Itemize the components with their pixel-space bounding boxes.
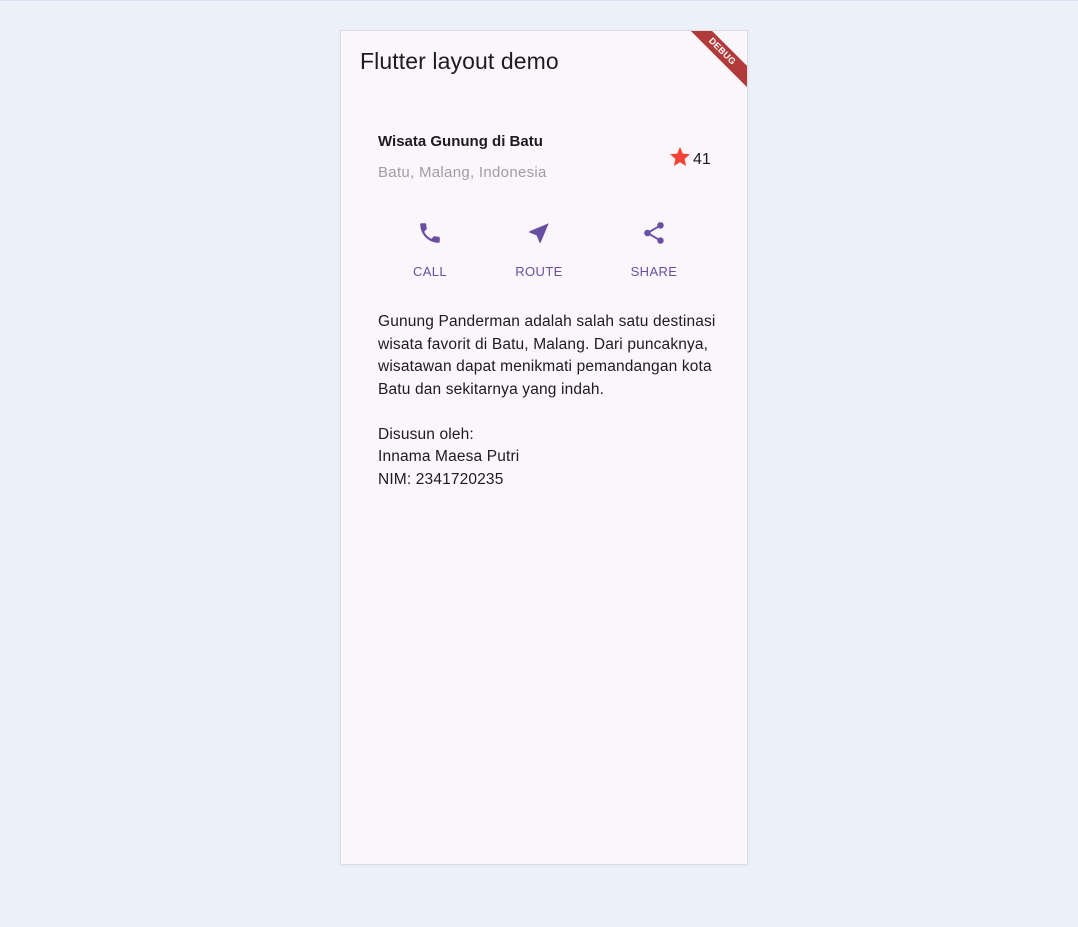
description-text: Gunung Panderman adalah salah satu desti… — [378, 313, 716, 488]
call-label: CALL — [412, 264, 448, 279]
navigation-icon — [526, 220, 552, 251]
debug-banner: DEBUG — [677, 31, 747, 96]
app-window: Flutter layout demo DEBUG Wisata Gunung … — [340, 30, 748, 865]
share-button[interactable]: SHARE — [609, 220, 699, 279]
place-title: Wisata Gunung di Batu — [378, 133, 543, 150]
route-button[interactable]: ROUTE — [494, 220, 584, 279]
rating-count: 41 — [693, 150, 711, 168]
route-label: ROUTE — [515, 264, 563, 279]
share-icon — [641, 220, 667, 251]
rating: 41 — [668, 145, 711, 174]
app-bar-title: Flutter layout demo — [360, 48, 559, 74]
call-button[interactable]: CALL — [385, 220, 475, 279]
star-icon — [668, 145, 692, 174]
window-top-border — [0, 0, 1078, 1]
share-label: SHARE — [630, 264, 678, 279]
place-location: Batu, Malang, Indonesia — [378, 164, 547, 181]
phone-icon — [417, 220, 443, 251]
